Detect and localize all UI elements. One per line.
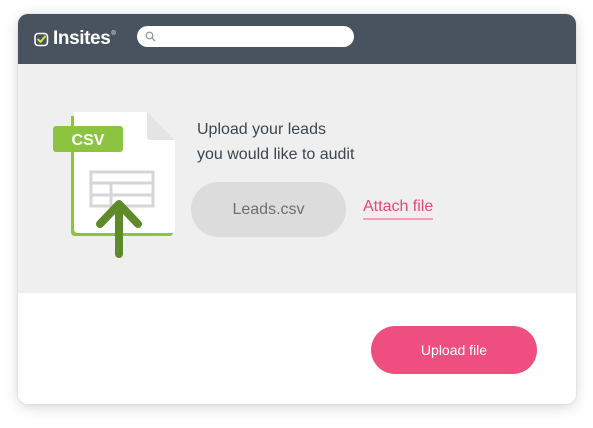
insites-logo-icon (34, 32, 49, 46)
upload-window: Insites ® CSV Upload your leads you woul… (18, 14, 576, 404)
logo-text: Insites (53, 28, 111, 49)
instruction-line-2: you would like to audit (197, 146, 355, 163)
search-icon (145, 31, 156, 42)
attach-file-link[interactable]: Attach file (363, 198, 434, 220)
upload-file-button[interactable]: Upload file (371, 326, 537, 374)
top-bar: Insites ® (18, 14, 576, 64)
csv-badge-label: CSV (72, 132, 105, 149)
footer-panel: Upload file (18, 293, 576, 404)
registered-mark: ® (111, 31, 116, 37)
csv-file-icon: CSV (53, 112, 175, 258)
search-bar[interactable] (137, 26, 354, 47)
upload-instructions: Upload your leads you would like to audi… (197, 117, 437, 167)
selected-file-field[interactable]: Leads.csv (191, 182, 346, 237)
search-input[interactable] (161, 26, 346, 47)
upload-panel: CSV Upload your leads you would like to … (18, 64, 576, 293)
instruction-line-1: Upload your leads (197, 121, 326, 138)
insites-logo[interactable]: Insites ® (34, 27, 116, 51)
